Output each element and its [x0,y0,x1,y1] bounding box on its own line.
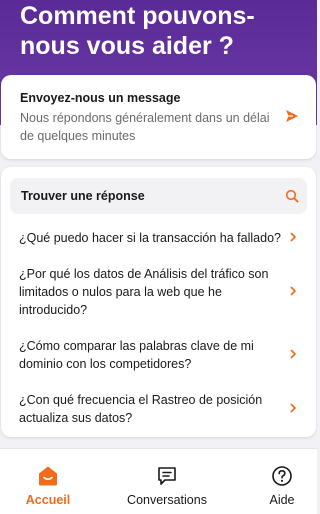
nav-conversations-label: Conversations [127,493,207,507]
send-icon [286,110,298,122]
faq-item[interactable]: ¿Cómo comparar las palabras clave de mi … [1,327,316,381]
message-card-subtitle: Nous répondons généralement dans un déla… [20,111,270,143]
faq-item-label: ¿Por qué los datos de Análisis del tráfi… [19,267,269,317]
faq-card: Trouver une réponse ¿Qué puedo hacer si … [1,167,316,437]
nav-home-label: Accueil [25,493,71,507]
faq-item[interactable]: ¿Qué puedo hacer si la transacción ha fa… [1,219,316,255]
search-icon [285,189,299,203]
faq-item[interactable]: ¿Con qué frecuencia el Rastreo de posici… [1,381,316,435]
faq-item[interactable]: ¿Por qué los datos de Análisis del tráfi… [1,255,316,327]
faq-list: ¿Qué puedo hacer si la transacción ha fa… [1,219,316,435]
nav-home[interactable]: Accueil [0,449,96,514]
nav-conversations[interactable]: Conversations [107,449,227,514]
help-icon [272,466,292,486]
page-title: Comment pouvons-nous vous aider ? [20,2,255,60]
message-card-title: Envoyez-nous un message [20,91,181,105]
faq-item-label: ¿Con qué frecuencia el Rastreo de posici… [19,393,263,425]
chevron-right-icon [290,349,296,359]
search-label: Trouver une réponse [21,189,145,203]
chevron-right-icon [290,286,296,296]
help-app: Comment pouvons-nous vous aider ? Envoye… [0,0,317,514]
nav-help-label: Aide [269,493,295,507]
chevron-right-icon [290,403,296,413]
send-message-card[interactable]: Envoyez-nous un message Nous répondons g… [1,75,316,159]
nav-help[interactable]: Aide [247,449,317,514]
faq-item-label: ¿Cómo comparar las palabras clave de mi … [19,339,254,371]
bottom-nav: Accueil Conversations Aide [0,448,317,514]
chevron-right-icon [290,232,296,242]
conversations-icon [158,467,176,485]
find-answer-search[interactable]: Trouver une réponse [10,178,307,214]
home-icon [39,466,57,486]
faq-item-label: ¿Qué puedo hacer si la transacción ha fa… [19,231,281,245]
